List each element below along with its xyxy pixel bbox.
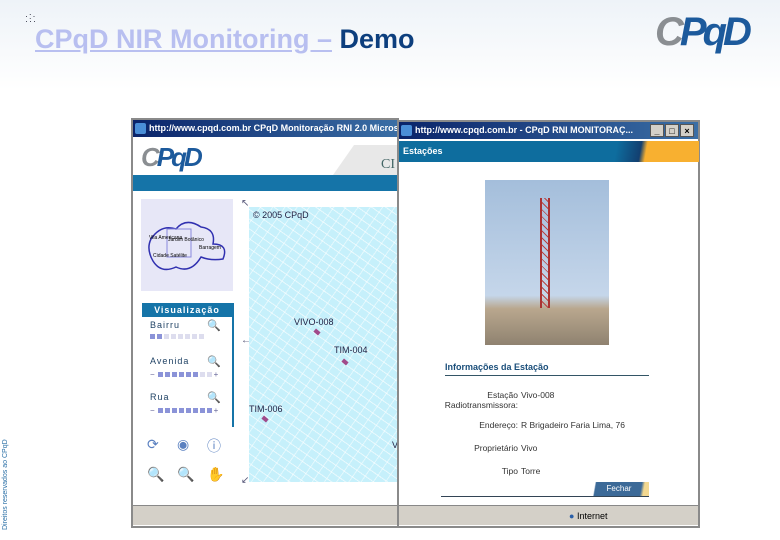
- maximize-button[interactable]: □: [665, 124, 679, 137]
- field-value: Torre: [521, 466, 541, 476]
- window-title: http://www.cpqd.com.br - CPqD RNI MONITO…: [415, 125, 633, 135]
- level-label: Rua: [150, 392, 170, 402]
- minimize-button[interactable]: _: [650, 124, 664, 137]
- overview-minimap[interactable]: Vila Americana Jardim Botânico Cidade Saté…: [141, 199, 233, 291]
- minimap-label: Cidade Satélite: [153, 253, 187, 259]
- info-section-title: Informações da Estação: [445, 362, 649, 376]
- station-label[interactable]: VIVO-008: [294, 317, 334, 327]
- ie-icon: [135, 123, 146, 134]
- zoom-icon[interactable]: 🔍: [207, 391, 222, 404]
- station-label[interactable]: TIM-006: [249, 404, 283, 414]
- status-bar: ● Internet: [399, 505, 698, 525]
- zoom-icon[interactable]: 🔍: [207, 319, 222, 332]
- popup-header: Estações: [399, 141, 699, 162]
- copyright-note: Direitos reservados ao CPqD: [2, 439, 9, 530]
- cpqd-logo: CPqD: [655, 10, 752, 54]
- close-popup-button[interactable]: Fechar: [589, 482, 649, 496]
- zoom-slider[interactable]: [150, 334, 224, 339]
- field-label: Endereço:: [479, 420, 518, 430]
- main-window-titlebar[interactable]: http://www.cpqd.com.br CPqD Monitoração …: [133, 120, 397, 137]
- level-label: Bairru: [150, 320, 181, 330]
- field-label: Tipo: [501, 466, 518, 476]
- station-photo: [485, 180, 609, 345]
- field-address: Endereço: R Brigadeiro Faria Lima, 76: [429, 420, 669, 430]
- zoom-out-icon[interactable]: 🔍: [177, 466, 207, 483]
- minimap-label: Barragem: [199, 245, 221, 251]
- field-label: Proprietário: [474, 443, 518, 453]
- field-label: Estação Radiotransmissora:: [444, 390, 518, 410]
- level-label: Avenida: [150, 356, 190, 366]
- field-value: R Brigadeiro Faria Lima, 76: [521, 420, 625, 430]
- popup-titlebar[interactable]: http://www.cpqd.com.br - CPqD RNI MONITO…: [399, 122, 698, 139]
- station-popup-window: http://www.cpqd.com.br - CPqD RNI MONITO…: [397, 120, 700, 528]
- tower-marker-icon[interactable]: [313, 328, 321, 336]
- close-button[interactable]: ×: [680, 124, 694, 137]
- station-label[interactable]: TIM-004: [334, 345, 368, 355]
- main-browser-window: http://www.cpqd.com.br CPqD Monitoração …: [131, 118, 403, 528]
- window-title: http://www.cpqd.com.br CPqD Monitoração …: [149, 123, 397, 133]
- zoom-slider[interactable]: − +: [150, 370, 224, 379]
- field-owner: Proprietário Vivo: [429, 443, 669, 453]
- zoom-in-icon[interactable]: 🔍: [147, 466, 177, 483]
- header-band: [133, 175, 401, 191]
- minimap-label: Jardim Botânico: [168, 237, 204, 243]
- zoom-icon[interactable]: 🔍: [207, 355, 222, 368]
- ie-icon: [401, 125, 412, 136]
- tower-marker-icon[interactable]: [341, 358, 349, 366]
- globe-icon[interactable]: ◉: [177, 436, 207, 456]
- info-icon[interactable]: ⓘ: [207, 436, 237, 456]
- internet-globe-icon: ●: [569, 511, 575, 521]
- header-fragment: CI: [381, 157, 395, 172]
- map-view[interactable]: © 2005 CPqD VIVO-008 TIM-004 TIM-006 V: [249, 207, 401, 482]
- field-type: Tipo Torre: [429, 466, 669, 476]
- zoom-slider[interactable]: − +: [150, 406, 224, 415]
- cpqd-logo-small: CPqD: [141, 142, 203, 172]
- refresh-icon[interactable]: ⟳: [147, 436, 177, 456]
- divider: [441, 496, 649, 497]
- panel-title: Visualização: [142, 303, 232, 317]
- pan-hand-icon[interactable]: ✋: [207, 466, 237, 483]
- zoom-level-avenida[interactable]: Avenida 🔍 − +: [142, 353, 232, 389]
- visualization-panel: Visualização Bairru 🔍 Avenida 🔍 − + Rua 🔍 − +: [142, 303, 234, 427]
- field-station: Estação Radiotransmissora: Vivo-008: [429, 390, 669, 410]
- status-bar: [133, 505, 397, 525]
- map-toolbar: ⟳ ◉ ⓘ 🔍 🔍 ✋: [147, 436, 237, 483]
- zoom-level-rua[interactable]: Rua 🔍 − +: [142, 389, 232, 425]
- field-value: Vivo: [521, 443, 538, 453]
- slide-title: CPqD NIR Monitoring – Demo: [35, 24, 415, 55]
- tower-image: [540, 198, 550, 308]
- map-copyright: © 2005 CPqD: [253, 210, 309, 220]
- title-rest: Demo: [339, 24, 415, 54]
- title-link[interactable]: CPqD NIR Monitoring –: [35, 24, 332, 54]
- tower-marker-icon[interactable]: [261, 415, 269, 423]
- field-value: Vivo-008: [521, 390, 555, 400]
- zoom-level-bairro[interactable]: Bairru 🔍: [142, 317, 232, 353]
- status-zone: Internet: [576, 511, 608, 521]
